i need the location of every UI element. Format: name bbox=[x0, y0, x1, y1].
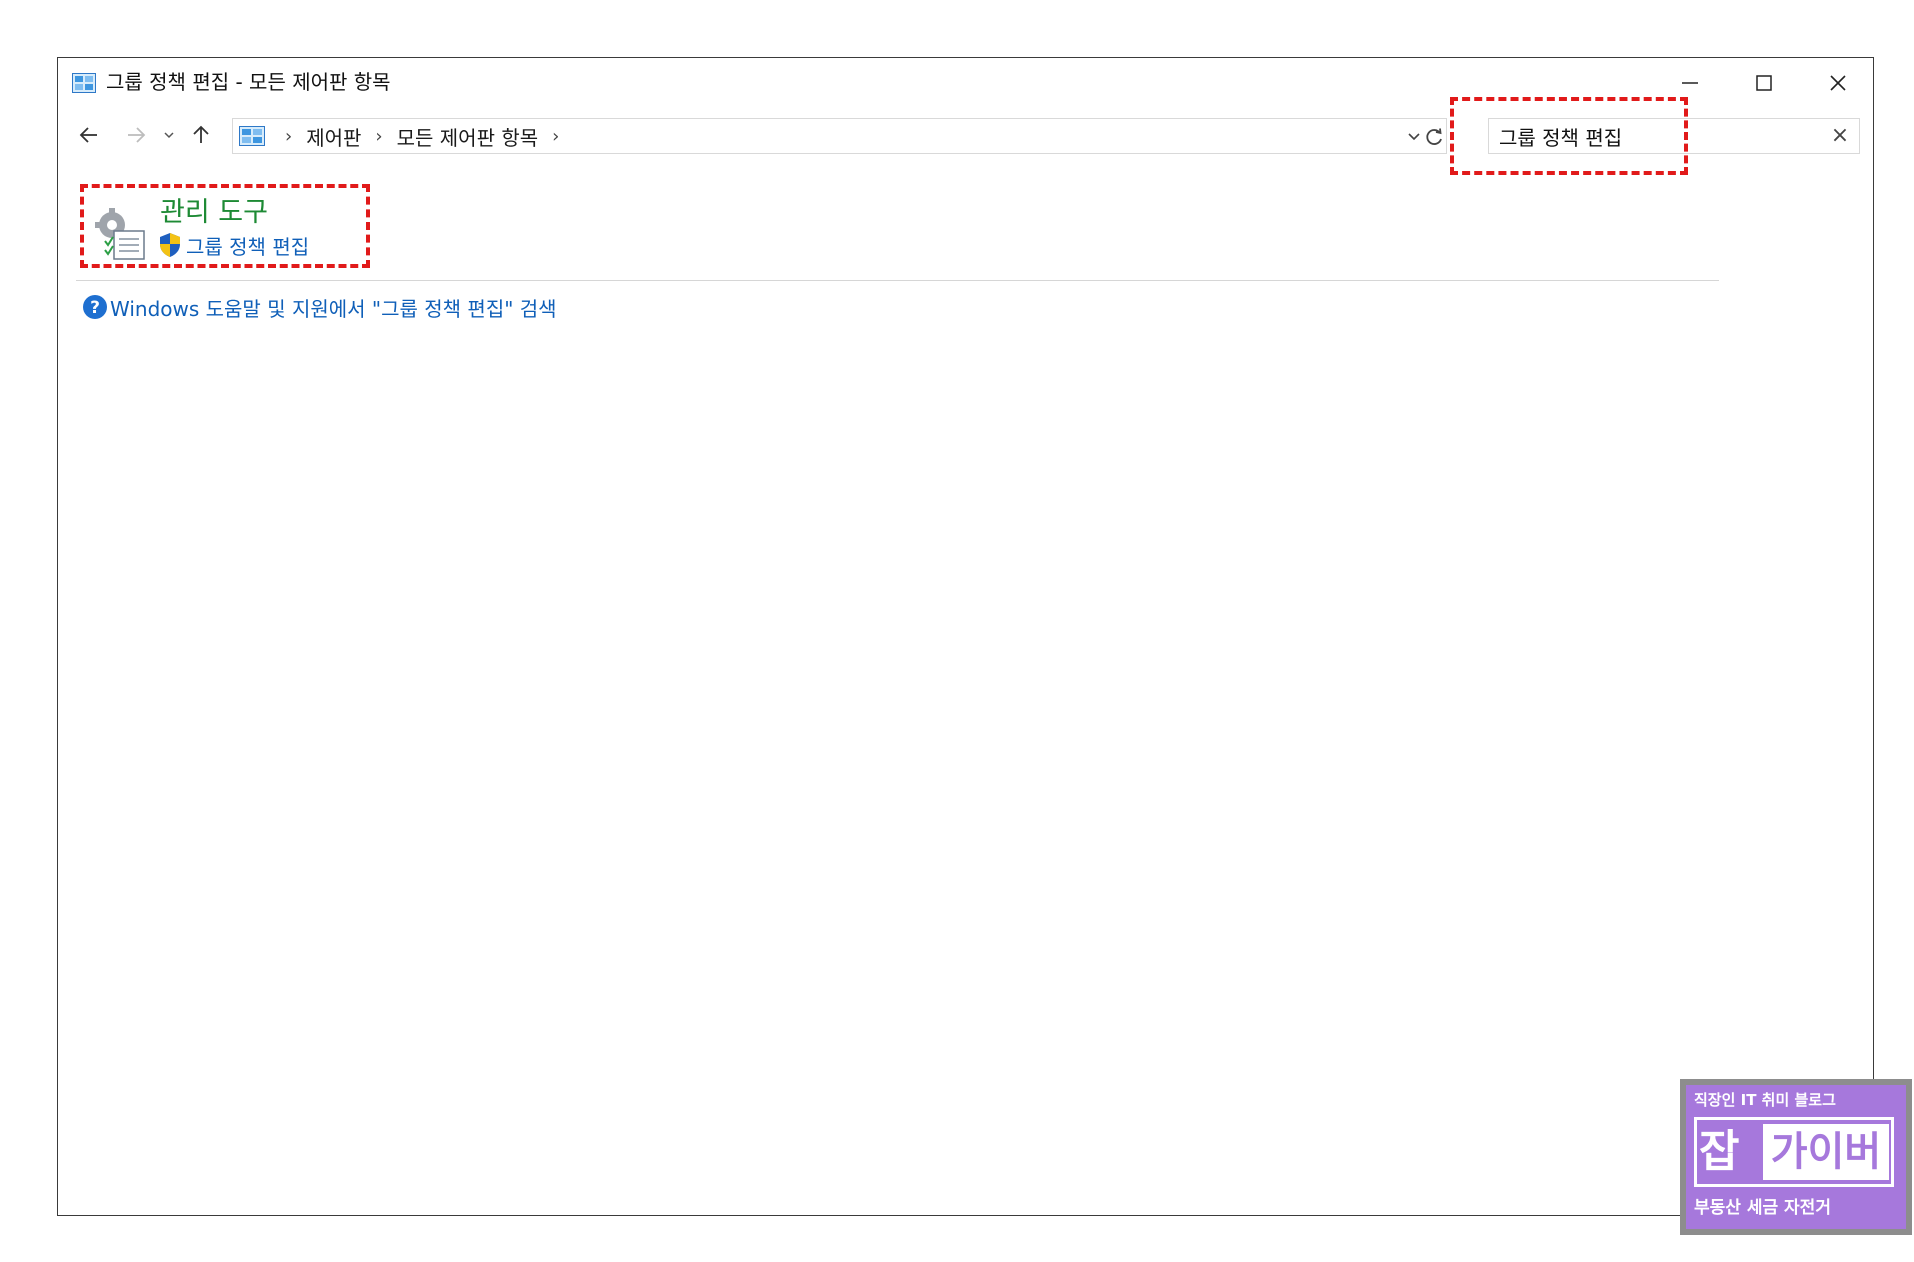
admin-tools-category-link[interactable]: 관리 도구 bbox=[160, 196, 268, 230]
recent-locations-button[interactable] bbox=[158, 118, 180, 152]
watermark-bottom-text: 부동산 세금 자전거 bbox=[1694, 1198, 1831, 1218]
forward-button[interactable] bbox=[119, 118, 153, 152]
chevron-down-icon bbox=[1408, 133, 1420, 141]
breadcrumb-separator[interactable]: › bbox=[285, 126, 292, 147]
back-button[interactable] bbox=[72, 118, 106, 152]
arrow-left-icon bbox=[79, 127, 97, 143]
breadcrumb-separator[interactable]: › bbox=[375, 126, 382, 147]
explorer-window: 그룹 정책 편집 - 모든 제어판 항목 › 제어판 › 모든 제어판 항목 ›… bbox=[57, 57, 1874, 1216]
watermark-logo-left: 잡 bbox=[1699, 1126, 1740, 1177]
maximize-icon bbox=[1756, 75, 1772, 91]
watermark-logo-right: 가이버 bbox=[1763, 1124, 1889, 1180]
search-clear-button[interactable]: × bbox=[1829, 125, 1851, 147]
watermark-top-text: 직장인 IT 취미 블로그 bbox=[1694, 1091, 1836, 1109]
results-divider bbox=[76, 280, 1719, 281]
control-panel-icon bbox=[72, 73, 96, 93]
admin-tools-icon[interactable] bbox=[92, 205, 146, 261]
watermark-logo-box: 잡 가이버 bbox=[1694, 1117, 1894, 1187]
breadcrumb-control-panel[interactable]: 제어판 bbox=[306, 122, 361, 151]
group-policy-edit-link[interactable]: 그룹 정책 편집 bbox=[158, 230, 309, 260]
search-input[interactable] bbox=[1499, 119, 1819, 153]
close-button[interactable] bbox=[1801, 58, 1875, 108]
help-link-text[interactable]: Windows 도움말 및 지원에서 "그룹 정책 편집" 검색 bbox=[110, 293, 557, 322]
arrow-right-icon bbox=[128, 127, 146, 143]
arrow-up-icon bbox=[193, 125, 209, 143]
control-panel-icon[interactable] bbox=[239, 126, 265, 146]
refresh-button[interactable] bbox=[1420, 122, 1450, 152]
shield-icon bbox=[160, 233, 180, 257]
chevron-down-icon bbox=[164, 132, 174, 139]
minimize-button[interactable] bbox=[1653, 58, 1727, 108]
windows-help-search-link[interactable]: ? Windows 도움말 및 지원에서 "그룹 정책 편집" 검색 bbox=[82, 292, 557, 322]
breadcrumb-separator[interactable]: › bbox=[552, 126, 559, 147]
breadcrumb: › 제어판 › 모든 제어판 항목 › bbox=[271, 119, 573, 153]
minimize-icon bbox=[1682, 82, 1698, 84]
group-policy-edit-label[interactable]: 그룹 정책 편집 bbox=[186, 231, 309, 260]
search-box[interactable]: × bbox=[1488, 118, 1860, 154]
refresh-icon bbox=[1426, 128, 1442, 145]
title-bar[interactable]: 그룹 정책 편집 - 모든 제어판 항목 bbox=[58, 58, 1873, 108]
watermark-badge: 직장인 IT 취미 블로그 잡 가이버 부동산 세금 자전거 bbox=[1680, 1079, 1912, 1235]
close-icon bbox=[1830, 75, 1846, 91]
help-icon-glyph: ? bbox=[90, 298, 100, 318]
maximize-button[interactable] bbox=[1727, 58, 1801, 108]
up-button[interactable] bbox=[184, 118, 218, 152]
help-icon: ? bbox=[83, 295, 107, 319]
address-bar[interactable]: › 제어판 › 모든 제어판 항목 › bbox=[232, 118, 1447, 154]
breadcrumb-all-items[interactable]: 모든 제어판 항목 bbox=[397, 122, 539, 151]
window-title: 그룹 정책 편집 - 모든 제어판 항목 bbox=[106, 70, 391, 94]
close-icon: × bbox=[1830, 123, 1850, 148]
